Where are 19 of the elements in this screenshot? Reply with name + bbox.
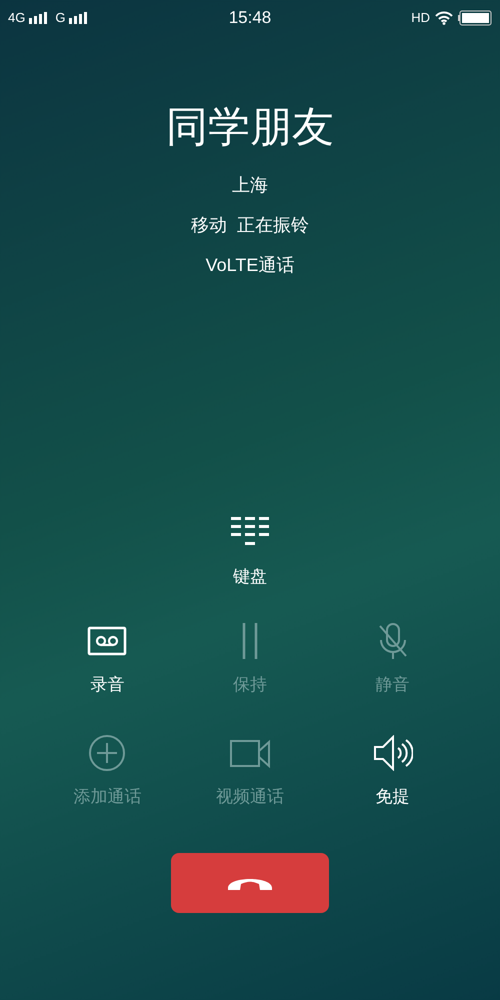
signal-icon (29, 12, 48, 24)
end-call-button[interactable] (171, 853, 329, 913)
speaker-icon (372, 735, 413, 771)
keypad-button[interactable]: 键盘 (200, 517, 300, 589)
call-type: VoLTE通话 (204, 254, 296, 277)
network-label: 4G (8, 8, 26, 27)
hd-label: HD (411, 8, 430, 27)
carrier-label: 移动 (191, 214, 227, 236)
call-status: 正在振铃 (237, 214, 309, 236)
signal-icon (69, 12, 88, 24)
call-control-button[interactable]: 录音 (36, 623, 179, 697)
clock: 15:48 (228, 6, 272, 29)
wifi-icon (435, 10, 453, 24)
plus-circle-icon (87, 735, 128, 771)
call-control-button[interactable]: 免提 (321, 735, 464, 809)
caller-name: 同学朋友 (165, 102, 335, 152)
network-label: G (55, 8, 66, 27)
battery-icon (458, 10, 492, 26)
caller-location: 上海 (231, 174, 269, 197)
